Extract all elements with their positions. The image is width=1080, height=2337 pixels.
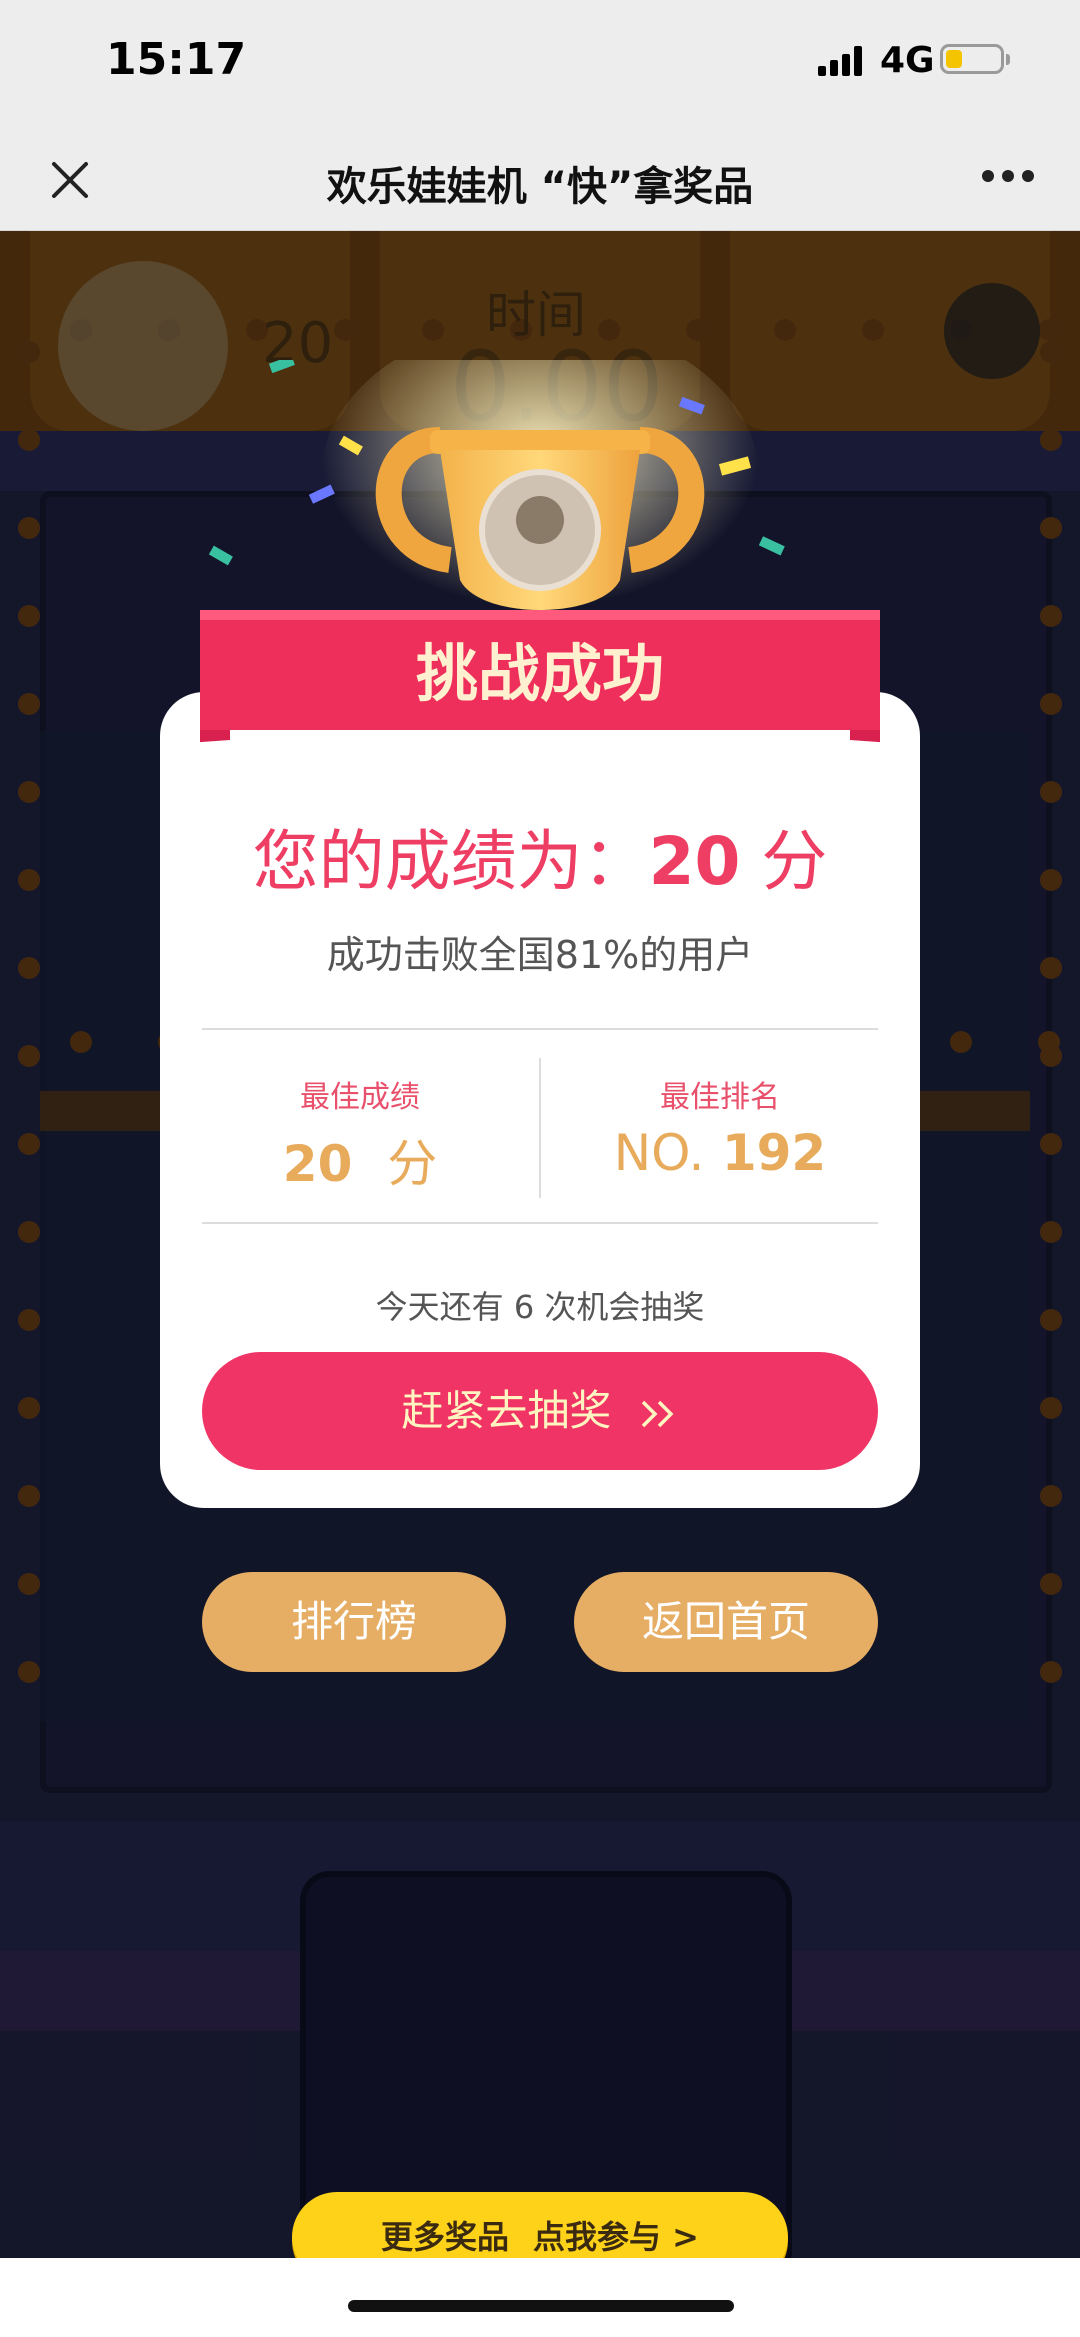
home-button[interactable]: 返回首页 [574, 1572, 878, 1672]
trophy-illustration: 挑战成功 [200, 360, 880, 743]
beat-text: 成功击败全国81%的用户 [326, 933, 754, 977]
join-label: 点我参与 > [533, 2218, 699, 2256]
more-prizes-label: 更多奖品 [381, 2218, 510, 2256]
status-bar: 15:17 4G [0, 0, 1080, 126]
draw-button-label: 赶紧去抽奖 [401, 1386, 612, 1435]
page-title: 欢乐娃娃机 “快”拿奖品 [326, 164, 754, 210]
result-card: 您的成绩为：20 分 成功击败全国81%的用户 最佳成绩 20 分 最佳排名 N… [160, 692, 920, 1508]
divider [202, 1222, 878, 1224]
home-indicator[interactable] [348, 2300, 734, 2312]
battery-icon [940, 44, 1010, 74]
best-score-label: 最佳成绩 [300, 1080, 420, 1115]
divider-vertical [539, 1058, 541, 1198]
draw-button[interactable]: 赶紧去抽奖 [202, 1352, 878, 1470]
signal-icon [818, 44, 868, 76]
best-rank-label: 最佳排名 [660, 1080, 780, 1115]
score-prefix: 您的成绩为： [252, 823, 649, 900]
score-unit: 分 [761, 823, 828, 900]
success-banner-text: 挑战成功 [416, 637, 664, 710]
best-rank-value: NO. 192 [613, 1124, 827, 1182]
network-label: 4G [880, 40, 935, 81]
more-dots-icon[interactable] [982, 170, 1034, 184]
nav-bar: 欢乐娃娃机 “快”拿奖品 [0, 126, 1080, 231]
divider [202, 1028, 878, 1030]
chance-text: 今天还有 6 次机会抽奖 [375, 1288, 705, 1326]
double-chevron-right-icon [641, 1400, 674, 1427]
home-bar-area [0, 2258, 1080, 2337]
leaderboard-button[interactable]: 排行榜 [202, 1572, 506, 1672]
score-value: 20 [648, 823, 741, 900]
status-time: 15:17 [106, 34, 247, 85]
best-score-value: 20 分 [282, 1135, 438, 1193]
score-line: 您的成绩为：20 分 [160, 808, 920, 904]
